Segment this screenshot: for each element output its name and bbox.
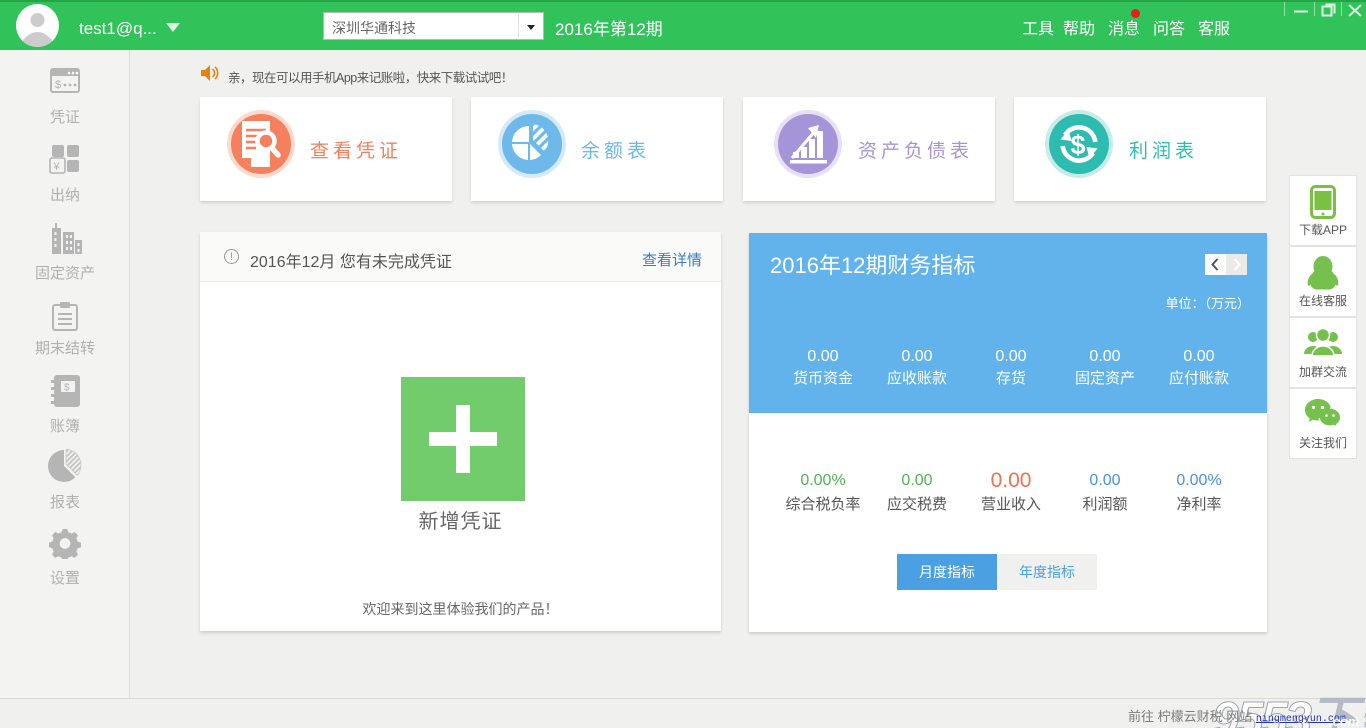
svg-text:$: $	[1071, 130, 1086, 160]
svg-text:¥: ¥	[53, 161, 61, 173]
svg-text:$: $	[64, 383, 70, 394]
svg-text:$: $	[55, 79, 61, 91]
